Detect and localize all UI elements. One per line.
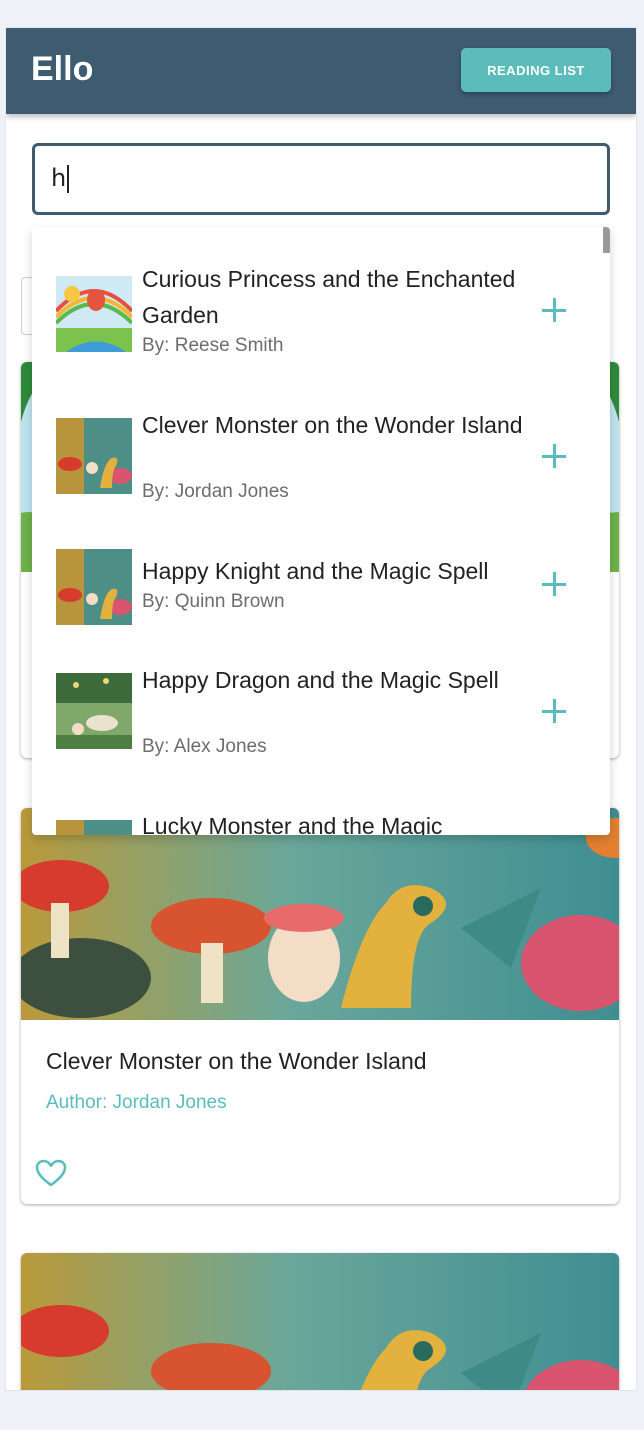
book-thumbnail bbox=[56, 276, 132, 352]
book-thumbnail bbox=[56, 673, 132, 749]
result-title: Curious Princess and the Enchanted Garde… bbox=[142, 266, 516, 328]
result-title: Lucky Monster and the Magic bbox=[142, 813, 443, 835]
book-title: Clever Monster on the Wonder Island bbox=[46, 1048, 427, 1074]
heart-outline-icon[interactable] bbox=[35, 1158, 67, 1188]
result-title: Happy Knight and the Magic Spell bbox=[142, 558, 489, 584]
plus-icon[interactable] bbox=[541, 297, 567, 323]
book-thumbnail bbox=[56, 418, 132, 494]
app-header: Ello READING LIST bbox=[6, 28, 636, 114]
book-cover-image bbox=[21, 808, 619, 1020]
app-title: Ello bbox=[31, 50, 94, 88]
search-result-item[interactable]: Lucky Monster and the Magic bbox=[32, 804, 610, 835]
search-input-value: h bbox=[51, 164, 69, 193]
search-input[interactable]: h bbox=[32, 143, 610, 215]
book-author: Author: Jordan Jones bbox=[46, 1092, 227, 1113]
book-card[interactable]: Clever Monster on the Wonder Island Auth… bbox=[21, 808, 619, 1204]
result-title: Happy Dragon and the Magic Spell bbox=[142, 667, 499, 693]
scrollbar-thumb[interactable] bbox=[603, 227, 610, 253]
result-author: By: Jordan Jones bbox=[142, 481, 289, 502]
book-thumbnail bbox=[56, 549, 132, 625]
plus-icon[interactable] bbox=[541, 571, 567, 597]
book-cover-image bbox=[21, 1253, 619, 1390]
book-card[interactable] bbox=[21, 1253, 619, 1390]
reading-list-button[interactable]: READING LIST bbox=[461, 48, 611, 92]
search-result-item[interactable]: Curious Princess and the Enchanted Garde… bbox=[32, 257, 610, 367]
plus-icon[interactable] bbox=[541, 443, 567, 469]
search-result-item[interactable]: Happy Knight and the Magic Spell By: Qui… bbox=[32, 549, 610, 639]
text-caret bbox=[67, 165, 69, 193]
plus-icon[interactable] bbox=[541, 698, 567, 724]
search-results-dropdown[interactable]: Curious Princess and the Enchanted Garde… bbox=[32, 227, 610, 835]
search-result-item[interactable]: Clever Monster on the Wonder Island By: … bbox=[32, 403, 610, 513]
result-author: By: Quinn Brown bbox=[142, 591, 285, 612]
result-author: By: Alex Jones bbox=[142, 736, 267, 757]
result-author: By: Reese Smith bbox=[142, 335, 284, 356]
book-thumbnail bbox=[56, 820, 132, 835]
app-frame: Ello READING LIST h Clever Monster on th… bbox=[6, 28, 636, 1390]
result-title: Clever Monster on the Wonder Island bbox=[142, 412, 523, 438]
search-result-item[interactable]: Happy Dragon and the Magic Spell By: Ale… bbox=[32, 658, 610, 768]
